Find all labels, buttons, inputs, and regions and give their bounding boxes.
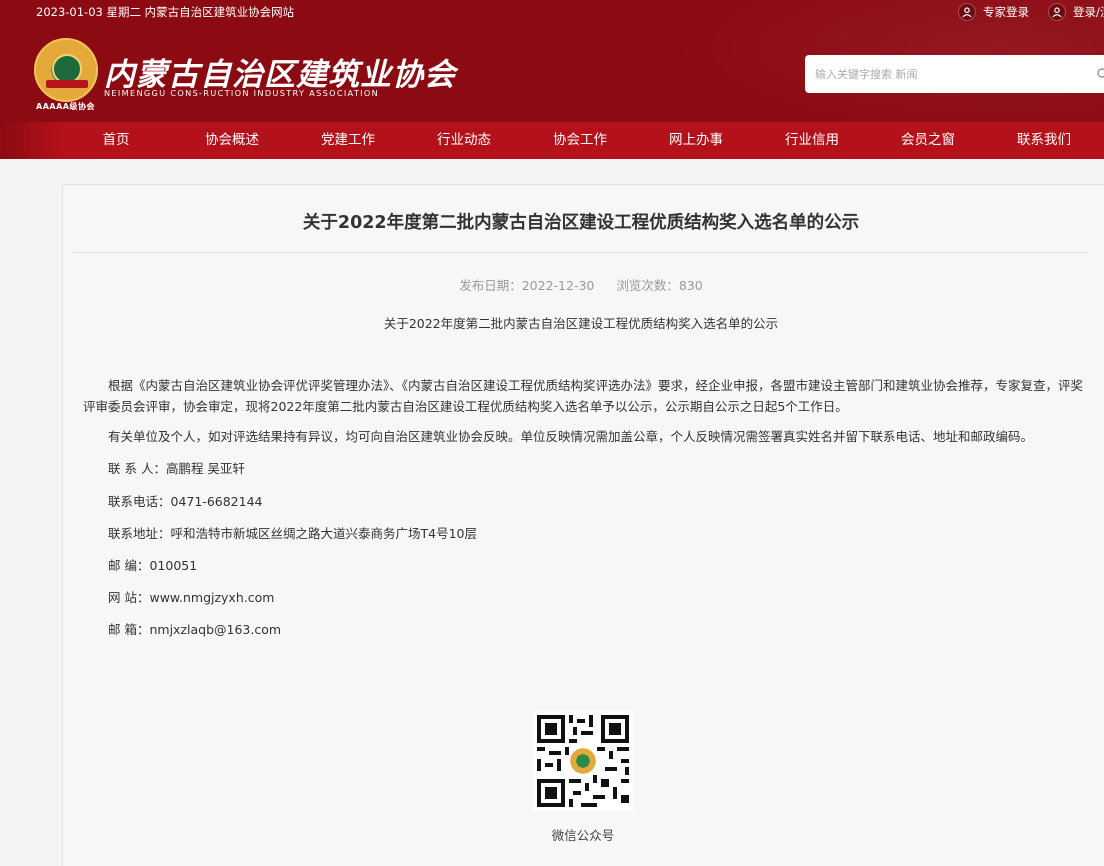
main-nav: 首页 协会概述 党建工作 行业动态 协会工作 网上办事 行业信用 会员之窗 联系… xyxy=(0,122,1104,159)
contact-email: 邮 箱：nmjxzlaqb@163.com xyxy=(108,622,282,637)
article-title: 关于2022年度第二批内蒙古自治区建设工程优质结构奖入选名单的公示 xyxy=(302,213,860,233)
search-icon[interactable] xyxy=(1096,67,1104,81)
article-subtitle: 关于2022年度第二批内蒙古自治区建设工程优质结构奖入选名单的公示 xyxy=(383,316,779,331)
contact-phone: 联系电话：0471-6682144 xyxy=(108,494,263,509)
article-panel: 关于2022年度第二批内蒙古自治区建设工程优质结构奖入选名单的公示 发布日期：2… xyxy=(62,184,1104,866)
search-box xyxy=(805,55,1104,93)
article-paragraph-2: 有关单位及个人，如对评选结果持有异议，均可向自治区建筑业协会反映。单位反映情况需… xyxy=(108,429,1034,444)
expert-login-link[interactable]: 专家登录 xyxy=(958,3,1029,21)
view-count: 浏览次数：830 xyxy=(616,278,703,293)
nav-item-members[interactable]: 会员之窗 xyxy=(870,122,986,159)
login-register-link[interactable]: 登录/注 xyxy=(1048,3,1104,21)
nav-item-industry-credit[interactable]: 行业信用 xyxy=(754,122,870,159)
nav-item-overview[interactable]: 协会概述 xyxy=(174,122,290,159)
publish-date: 发布日期：2022-12-30 xyxy=(459,278,595,293)
search-input[interactable] xyxy=(815,67,1085,81)
nav-item-online-services[interactable]: 网上办事 xyxy=(638,122,754,159)
nav-item-industry-news[interactable]: 行业动态 xyxy=(406,122,522,159)
top-bar: 2023-01-03 星期二 内蒙古自治区建筑业协会网站 专家登录 登录/注 xyxy=(0,0,1104,24)
date-line: 2023-01-03 星期二 内蒙古自治区建筑业协会网站 xyxy=(36,5,295,19)
user-icon xyxy=(958,3,976,21)
login-register-label: 登录/注 xyxy=(1073,5,1104,19)
nav-item-party[interactable]: 党建工作 xyxy=(290,122,406,159)
logo-badge: AAAAA级协会 xyxy=(36,102,95,111)
brand-name-en: NEIMENGGU CONS‑RUCTION INDUSTRY ASSOCIAT… xyxy=(104,88,380,98)
nav-item-home[interactable]: 首页 xyxy=(58,122,174,159)
nav-item-contact[interactable]: 联系我们 xyxy=(986,122,1102,159)
expert-login-label: 专家登录 xyxy=(983,5,1029,19)
contact-address: 联系地址：呼和浩特市新城区丝绸之路大道兴泰商务广场T4号10层 xyxy=(108,526,477,541)
contact-person: 联 系 人：高鹏程 吴亚轩 xyxy=(108,461,245,476)
article-paragraph-1: 根据《内蒙古自治区建筑业协会评优评奖管理办法》、《内蒙古自治区建设工程优质结构奖… xyxy=(83,378,1084,414)
association-logo[interactable] xyxy=(34,38,98,102)
logo-ribbon xyxy=(46,80,88,88)
site-header: 2023-01-03 星期二 内蒙古自治区建筑业协会网站 专家登录 登录/注 A… xyxy=(0,0,1104,159)
qr-caption: 微信公众号 xyxy=(551,828,615,843)
wechat-qr-code xyxy=(533,711,633,811)
contact-website: 网 站：www.nmgjzyxh.com xyxy=(108,590,275,605)
nav-ornament xyxy=(0,122,64,159)
user-icon xyxy=(1048,3,1066,21)
article-meta: 发布日期：2022-12-30 浏览次数：830 xyxy=(63,275,1099,294)
contact-postcode: 邮 编：010051 xyxy=(108,558,198,573)
nav-item-association-work[interactable]: 协会工作 xyxy=(522,122,638,159)
title-divider xyxy=(73,252,1088,253)
